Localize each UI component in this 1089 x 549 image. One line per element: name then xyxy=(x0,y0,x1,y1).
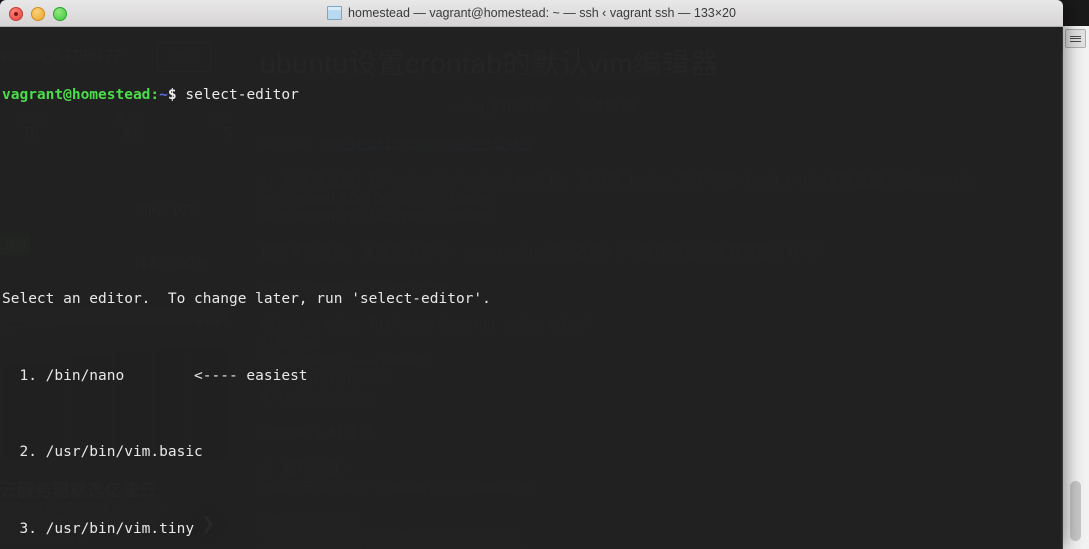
terminal-line: 3. /usr/bin/vim.tiny xyxy=(2,520,195,537)
browser-scrollbar[interactable] xyxy=(1062,26,1089,549)
terminal-line: 1. /bin/nano <---- easiest xyxy=(2,367,308,384)
browser-scrollbar-thumb[interactable] xyxy=(1070,481,1081,541)
prompt-user-host: vagrant@homestead xyxy=(2,87,151,103)
window-title: homestead — vagrant@homestead: ~ — ssh ‹… xyxy=(327,6,736,20)
terminal-output[interactable]: vagrant@homestead:~$ select-editor Selec… xyxy=(0,27,1063,549)
prompt-sigil: $ xyxy=(167,87,177,103)
terminal-line-prompt-command: vagrant@homestead:~$ select-editor xyxy=(2,83,1063,109)
reader-mode-icon[interactable] xyxy=(1065,29,1086,48)
terminal-command: select-editor xyxy=(185,87,299,103)
minimize-button[interactable] xyxy=(31,7,45,21)
prompt-path: ~ xyxy=(159,87,168,103)
prompt-colon: : xyxy=(150,87,160,103)
terminal-line: 2. /usr/bin/vim.basic xyxy=(2,444,203,460)
terminal-line: Select an editor. To change later, run '… xyxy=(2,291,491,307)
terminal-edge xyxy=(1061,53,1063,549)
window-titlebar[interactable]: homestead — vagrant@homestead: ~ — ssh ‹… xyxy=(0,0,1063,27)
window-controls xyxy=(9,7,67,21)
zoom-button[interactable] xyxy=(53,7,67,21)
window-title-text: homestead — vagrant@homestead: ~ — ssh ‹… xyxy=(348,6,736,20)
document-icon xyxy=(327,6,343,20)
terminal-window: homestead — vagrant@homestead: ~ — ssh ‹… xyxy=(0,0,1063,549)
close-button[interactable] xyxy=(9,7,23,21)
